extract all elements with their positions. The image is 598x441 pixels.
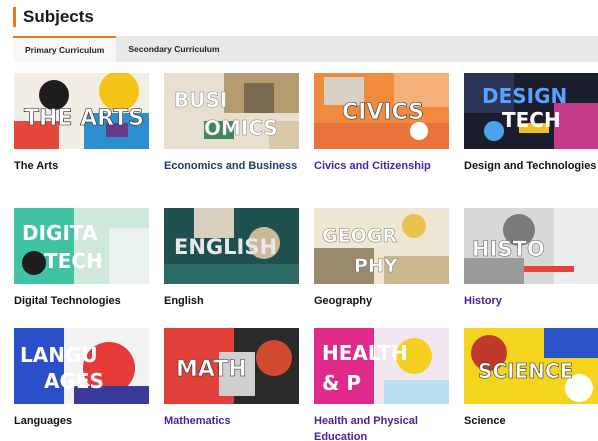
subject-thumbnail[interactable]: DESIGN TECH — [464, 73, 598, 149]
subject-card-languages[interactable]: LANGU AGES Languages — [14, 328, 149, 429]
health-pe-collage-image: HEALTH & P — [314, 328, 449, 404]
subject-card-history[interactable]: HISTO History — [464, 208, 598, 309]
subject-link[interactable]: Economics and Business — [164, 158, 299, 174]
subject-card-economics-business[interactable]: BUSI OMICS Economics and Business — [164, 73, 299, 174]
svg-text:BUSI: BUSI — [174, 88, 227, 112]
subject-card-the-arts[interactable]: THE ARTS The Arts — [14, 73, 149, 174]
economics-collage-image: BUSI OMICS — [164, 73, 299, 149]
subject-thumbnail[interactable]: CIVICS — [314, 73, 449, 149]
history-collage-image: HISTO — [464, 208, 598, 284]
geography-collage-image: GEOGR PHY — [314, 208, 449, 284]
svg-text:PHY: PHY — [354, 255, 398, 277]
subject-thumbnail[interactable]: GEOGR PHY — [314, 208, 449, 284]
languages-collage-image: LANGU AGES — [14, 328, 149, 404]
subject-card-civics-citizenship[interactable]: CIVICS Civics and Citizenship — [314, 73, 449, 174]
subject-link[interactable]: Civics and Citizenship — [314, 158, 449, 174]
subject-card-design-technologies[interactable]: DESIGN TECH Design and Technologies — [464, 73, 598, 174]
subject-thumbnail[interactable]: THE ARTS — [14, 73, 149, 149]
subject-link[interactable]: History — [464, 293, 598, 309]
svg-text:THE ARTS: THE ARTS — [24, 106, 144, 131]
subject-link[interactable]: Design and Technologies — [464, 158, 598, 174]
svg-text:DIGITA: DIGITA — [22, 221, 98, 245]
subject-thumbnail[interactable]: DIGITA TECH — [14, 208, 149, 284]
svg-text:ENGLISH: ENGLISH — [174, 235, 277, 259]
heading-accent-bar — [13, 7, 16, 27]
subject-card-digital-technologies[interactable]: DIGITA TECH Digital Technologies — [14, 208, 149, 309]
page-title: Subjects — [23, 7, 94, 26]
subject-thumbnail[interactable]: HEALTH & P — [314, 328, 449, 404]
digital-tech-collage-image: DIGITA TECH — [14, 208, 149, 284]
subject-link[interactable]: Digital Technologies — [14, 293, 149, 309]
page-heading: Subjects — [13, 6, 94, 28]
subject-card-mathematics[interactable]: MATH Mathematics — [164, 328, 299, 429]
design-tech-collage-image: DESIGN TECH — [464, 73, 598, 149]
subject-thumbnail[interactable]: LANGU AGES — [14, 328, 149, 404]
subject-thumbnail[interactable]: SCIENCE — [464, 328, 598, 404]
civics-collage-image: CIVICS — [314, 73, 449, 149]
subject-link[interactable]: Health and Physical Education — [314, 413, 449, 441]
svg-text:GEOGR: GEOGR — [322, 225, 397, 247]
curriculum-tabs: Primary Curriculum Secondary Curriculum — [13, 36, 598, 62]
svg-text:DESIGN: DESIGN — [482, 84, 567, 108]
subject-thumbnail[interactable]: BUSI OMICS — [164, 73, 299, 149]
subject-card-health-pe[interactable]: HEALTH & P Health and Physical Education — [314, 328, 449, 441]
tab-secondary-curriculum[interactable]: Secondary Curriculum — [116, 36, 231, 62]
svg-text:TECH: TECH — [502, 108, 561, 132]
svg-text:& P: & P — [322, 371, 361, 395]
subject-card-geography[interactable]: GEOGR PHY Geography — [314, 208, 449, 309]
svg-text:OMICS: OMICS — [204, 116, 278, 140]
arts-collage-image: THE ARTS — [14, 73, 149, 149]
mathematics-collage-image: MATH — [164, 328, 299, 404]
svg-text:HEALTH: HEALTH — [322, 341, 408, 365]
svg-text:SCIENCE: SCIENCE — [478, 359, 573, 383]
subject-link[interactable]: Geography — [314, 293, 449, 309]
subject-thumbnail[interactable]: MATH — [164, 328, 299, 404]
svg-text:LANGU: LANGU — [20, 343, 98, 367]
svg-text:HISTO: HISTO — [472, 237, 545, 261]
tab-primary-curriculum[interactable]: Primary Curriculum — [13, 36, 117, 62]
subject-link[interactable]: English — [164, 293, 299, 309]
science-collage-image: SCIENCE — [464, 328, 598, 404]
english-collage-image: ENGLISH — [164, 208, 299, 284]
subject-link[interactable]: Mathematics — [164, 413, 299, 429]
subject-thumbnail[interactable]: ENGLISH — [164, 208, 299, 284]
svg-text:TECH: TECH — [44, 249, 103, 273]
svg-text:AGES: AGES — [44, 369, 104, 393]
svg-text:MATH: MATH — [176, 357, 247, 382]
subject-card-science[interactable]: SCIENCE Science — [464, 328, 598, 429]
subject-link[interactable]: Science — [464, 413, 598, 429]
subject-link[interactable]: The Arts — [14, 158, 149, 174]
subject-card-english[interactable]: ENGLISH English — [164, 208, 299, 309]
svg-text:CIVICS: CIVICS — [342, 100, 424, 125]
subject-link[interactable]: Languages — [14, 413, 149, 429]
subject-thumbnail[interactable]: HISTO — [464, 208, 598, 284]
